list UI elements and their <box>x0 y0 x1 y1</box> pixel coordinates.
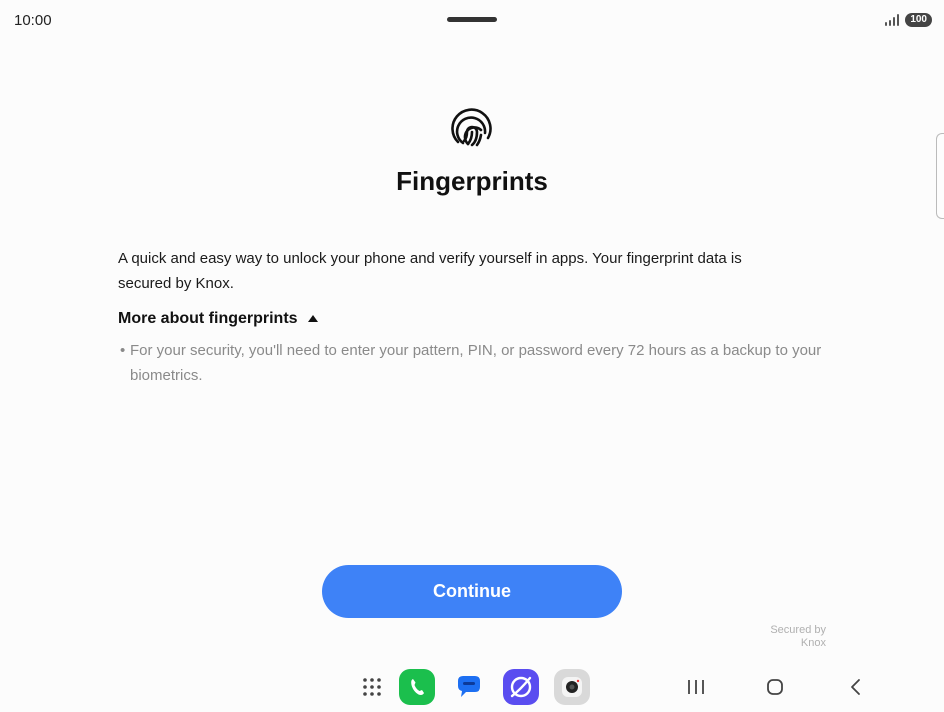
phone-icon[interactable] <box>399 669 435 705</box>
continue-button[interactable]: Continue <box>322 565 622 618</box>
signal-icon <box>885 14 900 26</box>
messages-icon[interactable] <box>451 669 487 705</box>
knox-line-2: Knox <box>800 637 826 649</box>
page-title: Fingerprints <box>396 166 548 196</box>
bullet-dot: • <box>120 342 126 359</box>
browser-icon[interactable] <box>503 669 539 705</box>
home-icon[interactable] <box>764 676 786 698</box>
apps-grid-icon[interactable] <box>354 669 390 705</box>
more-about-label: More about fingerprints <box>118 310 298 327</box>
more-about-fingerprints-toggle[interactable]: More about fingerprints <box>118 310 318 328</box>
secured-by-knox: Secured by Knox <box>770 624 826 650</box>
back-icon[interactable] <box>845 676 867 698</box>
status-indicators: 100 <box>885 13 932 27</box>
knox-line-1: Secured by <box>770 624 826 636</box>
recent-apps-icon[interactable] <box>685 676 707 698</box>
top-handle <box>447 17 497 22</box>
battery-indicator: 100 <box>905 13 932 27</box>
status-time: 10:00 <box>14 12 52 29</box>
chevron-up-icon <box>307 314 318 322</box>
camera-icon[interactable] <box>554 669 590 705</box>
security-info-bullet: • For your security, you'll need to ente… <box>120 338 830 388</box>
fingerprint-icon <box>451 108 492 147</box>
fingerprint-setup-screen: 10:00 100 Fingerprints A quick and easy … <box>0 0 944 712</box>
description-text: A quick and easy way to unlock your phon… <box>118 250 742 292</box>
bullet-text: For your security, you'll need to enter … <box>130 342 822 384</box>
